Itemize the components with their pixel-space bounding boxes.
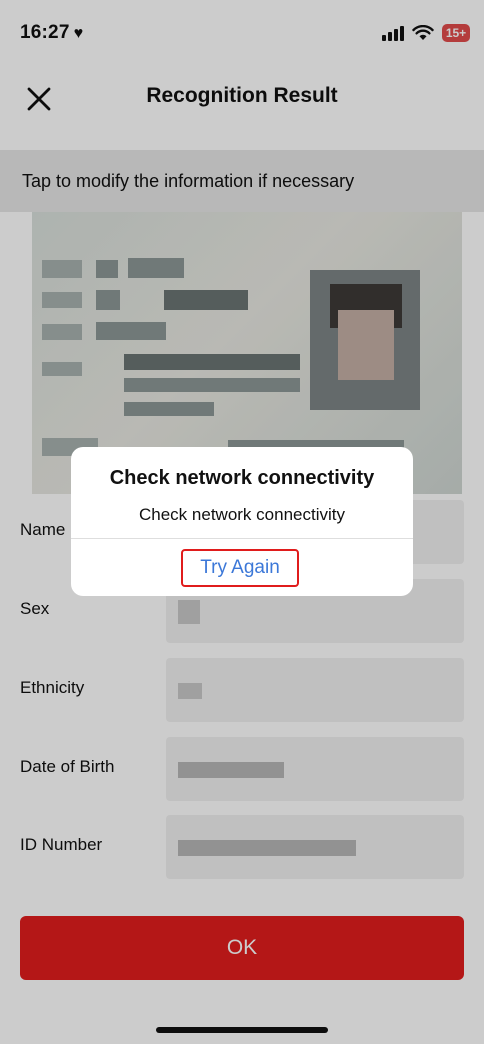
dialog-title: Check network connectivity xyxy=(109,467,375,489)
try-again-button[interactable]: Try Again xyxy=(181,549,299,587)
dialog-message: Check network connectivity xyxy=(139,505,345,524)
network-error-dialog: Check network connectivity Check network… xyxy=(71,447,413,596)
dialog-divider xyxy=(71,538,413,539)
try-again-label: Try Again xyxy=(200,557,280,578)
recognition-result-screen: 16:27 ♥ 15+ Recognition Result Tap to mo… xyxy=(0,0,484,1044)
